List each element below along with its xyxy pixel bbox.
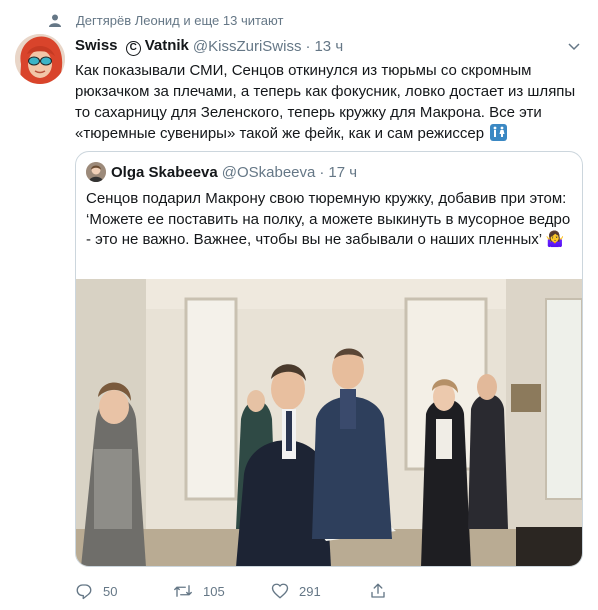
quoted-author-handle: @OSkabeeva [221,163,316,181]
quoted-author-avatar [86,162,106,182]
author-name-part2: Vatnik [144,36,189,54]
quoted-tweet-photo[interactable] [76,279,582,567]
author-avatar[interactable] [15,34,65,84]
tweet-text-container: Как показывали СМИ, Сенцов откинулся из … [75,60,580,144]
separator-dot: · [305,37,311,55]
tweet-header: Swiss C Vatnik @KissZuriSwiss · 13 ч [75,36,585,56]
author-name[interactable]: Swiss C Vatnik [75,37,189,56]
copyright-icon: C [125,40,141,56]
quoted-tweet-header: Olga Skabeeva @OSkabeeva · 17 ч [86,162,357,182]
retweet-count: 105 [203,583,225,599]
quoted-author-name: Olga Skabeeva [111,163,218,181]
social-context-text: Дегтярёв Леонид и еще 13 читают [76,12,284,28]
retweet-button[interactable]: 105 [173,582,271,600]
separator-dot: · [319,163,325,181]
author-handle[interactable]: @KissZuriSwiss [193,38,302,55]
like-button[interactable]: 291 [271,582,369,600]
tweet-actions: 50 105 291 [75,580,467,602]
person-icon [38,14,72,27]
reply-icon [76,584,92,600]
tweet-time[interactable]: 13 ч [314,38,343,55]
like-count: 291 [299,583,321,599]
author-name-part1: Swiss [75,36,118,54]
social-context[interactable]: Дегтярёв Леонид и еще 13 читают [20,11,283,29]
tweet-body: Swiss C Vatnik @KissZuriSwiss · 13 ч Как … [75,36,585,144]
quoted-tweet-text: Сенцов подарил Макрону свою тюремную кру… [86,190,571,248]
share-button[interactable] [369,582,467,600]
reply-button[interactable]: 50 [75,582,173,600]
restroom-sign-emoji-icon [490,124,508,141]
heart-icon [271,583,289,599]
reply-count: 50 [103,583,118,599]
quoted-tweet[interactable]: Olga Skabeeva @OSkabeeva · 17 ч Сенцов п… [75,151,583,567]
retweet-icon [174,585,192,597]
quoted-tweet-time: 17 ч [328,163,358,181]
chevron-down-icon[interactable] [567,39,581,53]
share-icon [371,583,385,598]
